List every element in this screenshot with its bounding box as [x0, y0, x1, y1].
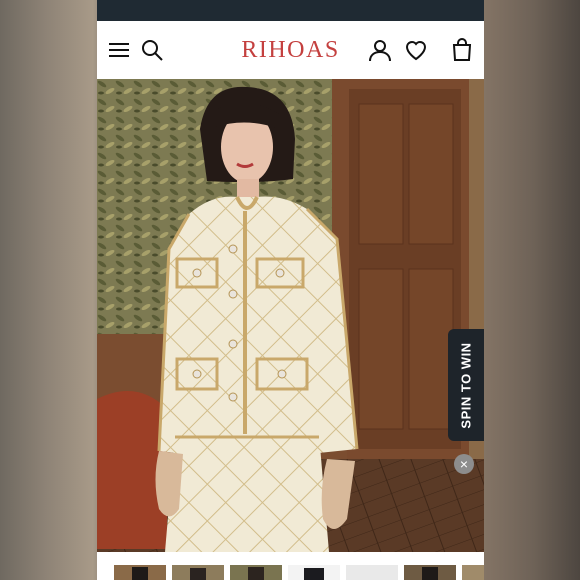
spin-to-win-label: SPIN TO WIN: [458, 341, 474, 429]
thumbnail-4[interactable]: [288, 565, 340, 580]
thumbnail-3[interactable]: [230, 565, 282, 580]
site-header: RIHOAS: [97, 21, 484, 80]
product-hero-image[interactable]: [97, 79, 484, 552]
spin-to-win-tab[interactable]: SPIN TO WIN: [448, 329, 484, 441]
thumbnail-5[interactable]: [346, 565, 398, 580]
thumbnail-strip: [97, 560, 484, 580]
thumbnail-7[interactable]: [462, 565, 484, 580]
bag-icon[interactable]: [450, 38, 474, 62]
close-icon[interactable]: ×: [454, 454, 474, 474]
thumbnail-2[interactable]: [172, 565, 224, 580]
thumbnail-1[interactable]: [114, 565, 166, 580]
account-icon[interactable]: [368, 38, 392, 62]
mobile-page: RIHOAS SPIN TO WIN ×: [97, 0, 484, 580]
announcement-bar: [97, 0, 484, 21]
thumbnail-6[interactable]: [404, 565, 456, 580]
heart-icon[interactable]: [404, 38, 428, 62]
